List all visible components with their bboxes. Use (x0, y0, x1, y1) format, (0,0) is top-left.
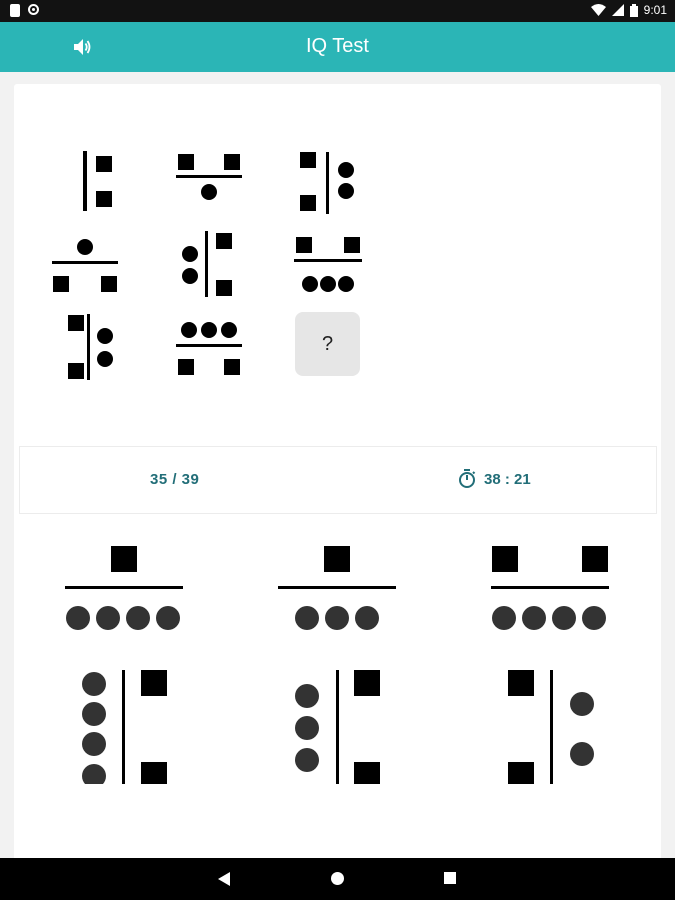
matrix-cell-1-3 (300, 152, 354, 214)
timer-value: 38 : 21 (484, 470, 531, 488)
question-progress: 35 / 39 (150, 471, 200, 488)
info-bar: 35 / 39 38 : 21 (19, 446, 657, 514)
matrix-cell-3-1 (68, 314, 113, 380)
matrix-cell-2-1 (52, 239, 118, 292)
file-icon (10, 4, 20, 17)
answer-option-4[interactable] (44, 664, 204, 784)
matrix-cell-2-3 (294, 237, 362, 292)
navigation-bar (0, 858, 675, 900)
question-mark: ? (321, 332, 334, 355)
recents-icon[interactable] (444, 872, 456, 884)
stopwatch-icon (459, 469, 476, 488)
matrix-cell-3-2 (176, 322, 242, 375)
matrix-cell-1-2 (176, 154, 242, 200)
question-card: ? 35 / 39 38 : 21 (14, 84, 661, 864)
wifi-icon (590, 4, 606, 16)
app-title: IQ Test (306, 35, 369, 57)
sync-circle-icon (28, 4, 39, 15)
answer-option-2[interactable] (257, 534, 417, 654)
answer-option-6[interactable] (470, 664, 630, 784)
missing-cell-placeholder: ? (295, 312, 360, 376)
signal-icon (611, 4, 624, 16)
status-bar: 9:01 (0, 0, 675, 22)
timer: 38 : 21 (458, 469, 531, 489)
matrix-cell-2-2 (182, 231, 232, 297)
answer-option-1[interactable] (44, 534, 204, 654)
answer-option-3[interactable] (470, 534, 630, 654)
home-icon[interactable] (331, 872, 344, 885)
clock: 9:01 (643, 3, 667, 17)
answer-option-5[interactable] (257, 664, 417, 784)
app-bar: IQ Test (0, 22, 675, 72)
matrix-cell-1-1 (83, 151, 112, 211)
battery-icon (629, 3, 638, 17)
puzzle-matrix (52, 151, 362, 380)
back-icon[interactable] (218, 872, 230, 886)
